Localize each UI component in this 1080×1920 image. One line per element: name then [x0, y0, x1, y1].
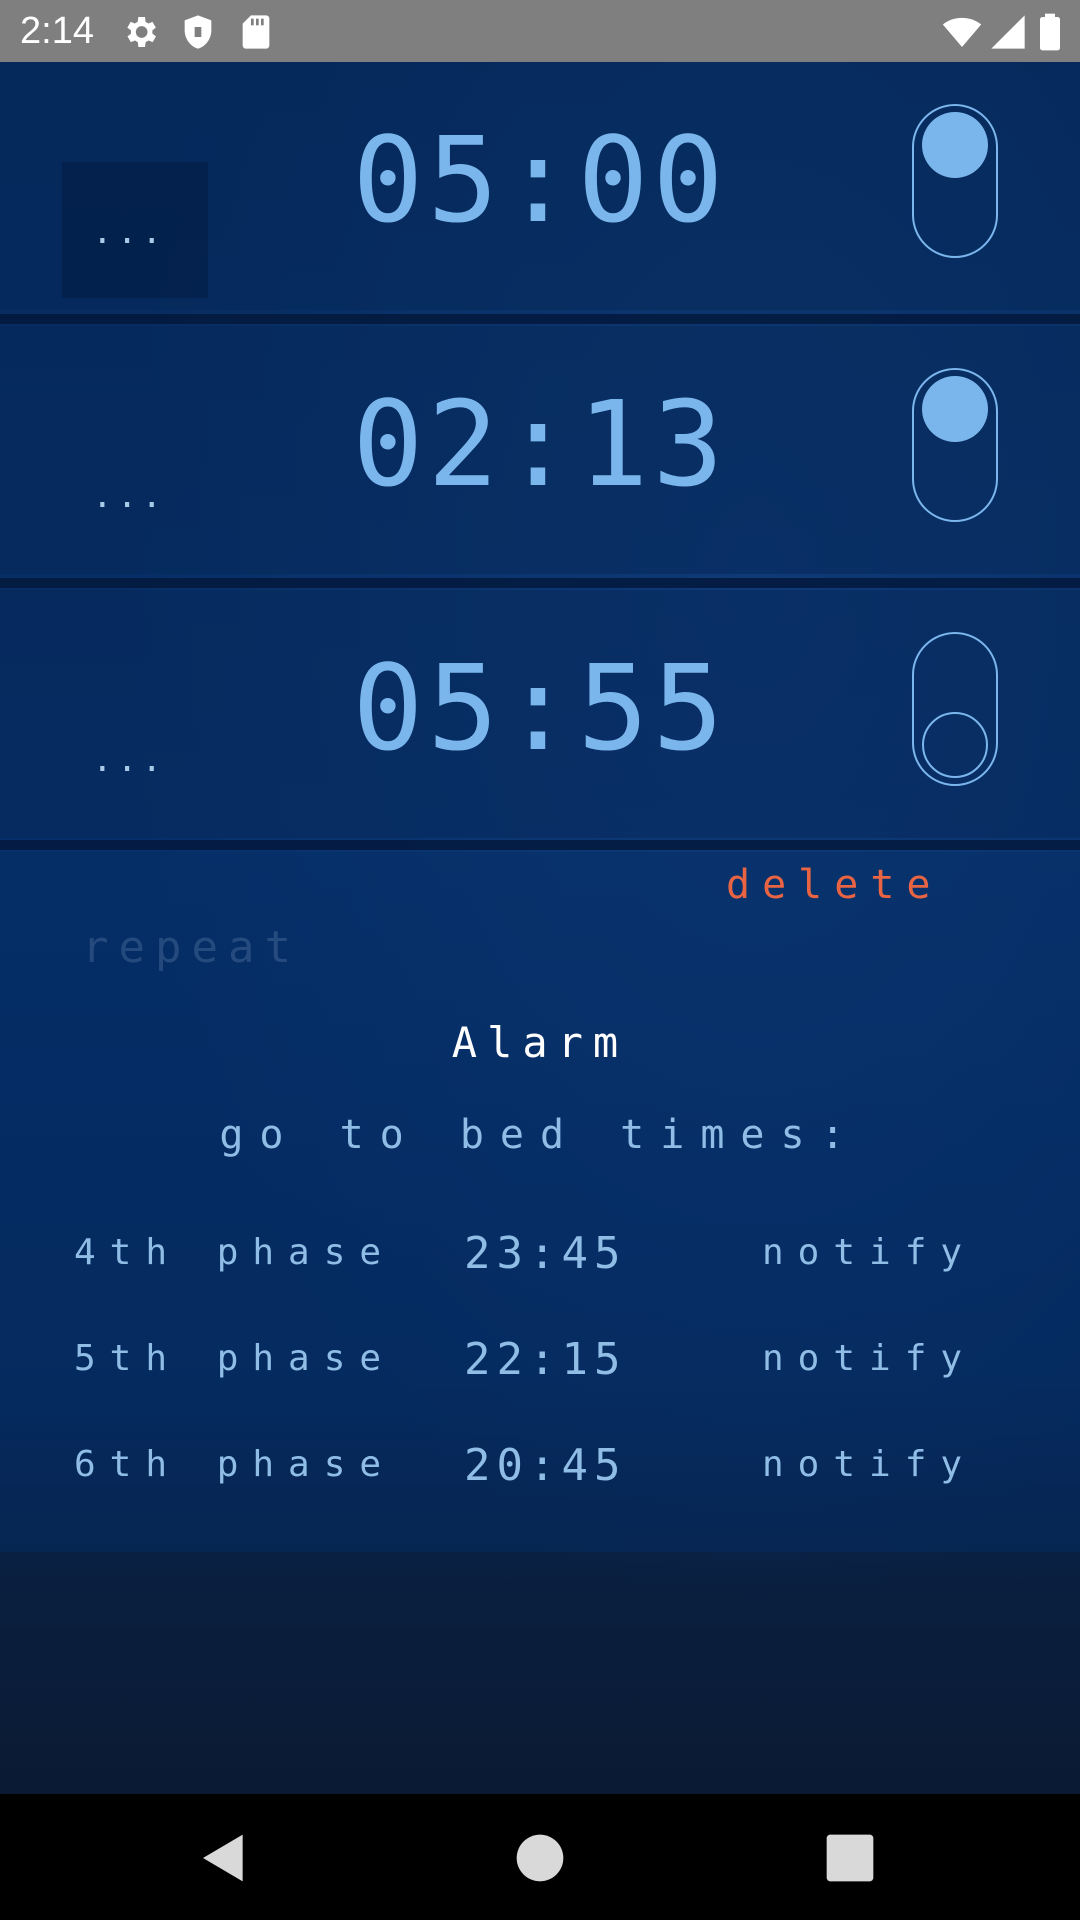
recents-icon[interactable]: [822, 1830, 878, 1886]
battery-icon: [1040, 13, 1060, 51]
alarm-toggle[interactable]: [912, 104, 998, 258]
notify-button[interactable]: notify: [762, 1232, 976, 1273]
alarm-row[interactable]: ... 05:55: [0, 590, 1080, 838]
phase-row: 4th phase 23:45 notify: [0, 1228, 1080, 1292]
phase-time: 23:45: [464, 1228, 627, 1279]
alarm-label[interactable]: Alarm: [0, 1018, 1080, 1067]
phase-time: 20:45: [464, 1440, 627, 1491]
alarm-toggle[interactable]: [912, 368, 998, 522]
phase-row: 6th phase 20:45 notify: [0, 1440, 1080, 1504]
row-divider: [0, 578, 1080, 588]
alarm-row[interactable]: ... 05:00: [0, 62, 1080, 310]
notify-button[interactable]: notify: [762, 1444, 976, 1485]
sd-card-icon: [242, 15, 270, 49]
notify-button[interactable]: notify: [762, 1338, 976, 1379]
status-time: 2:14: [20, 10, 94, 52]
home-icon[interactable]: [512, 1830, 568, 1886]
bed-times-title: go to bed times:: [219, 1112, 861, 1158]
screen: 2:14 ... 05:00 ... 02:13 ... 05:55 delet…: [0, 0, 1080, 1920]
toggle-knob: [922, 112, 988, 178]
toggle-knob: [922, 376, 988, 442]
wifi-icon: [942, 17, 982, 47]
row-divider: [0, 314, 1080, 324]
shield-icon: [184, 15, 212, 49]
back-icon[interactable]: [196, 1830, 252, 1886]
phase-name: 4th phase: [74, 1232, 396, 1273]
navigation-bar: [0, 1794, 1080, 1920]
alarm-row[interactable]: ... 02:13: [0, 326, 1080, 574]
alarm-toggle[interactable]: [912, 632, 998, 786]
status-bar: 2:14: [0, 0, 1080, 62]
delete-button[interactable]: delete: [726, 862, 943, 908]
phase-time: 22:15: [464, 1334, 627, 1385]
repeat-button[interactable]: repeat: [82, 922, 301, 973]
signal-icon: [991, 15, 1025, 49]
phase-name: 6th phase: [74, 1444, 396, 1485]
gear-icon: [127, 17, 156, 47]
phase-row: 5th phase 22:15 notify: [0, 1334, 1080, 1398]
phase-name: 5th phase: [74, 1338, 396, 1379]
toggle-knob: [922, 712, 988, 778]
row-divider: [0, 840, 1080, 850]
